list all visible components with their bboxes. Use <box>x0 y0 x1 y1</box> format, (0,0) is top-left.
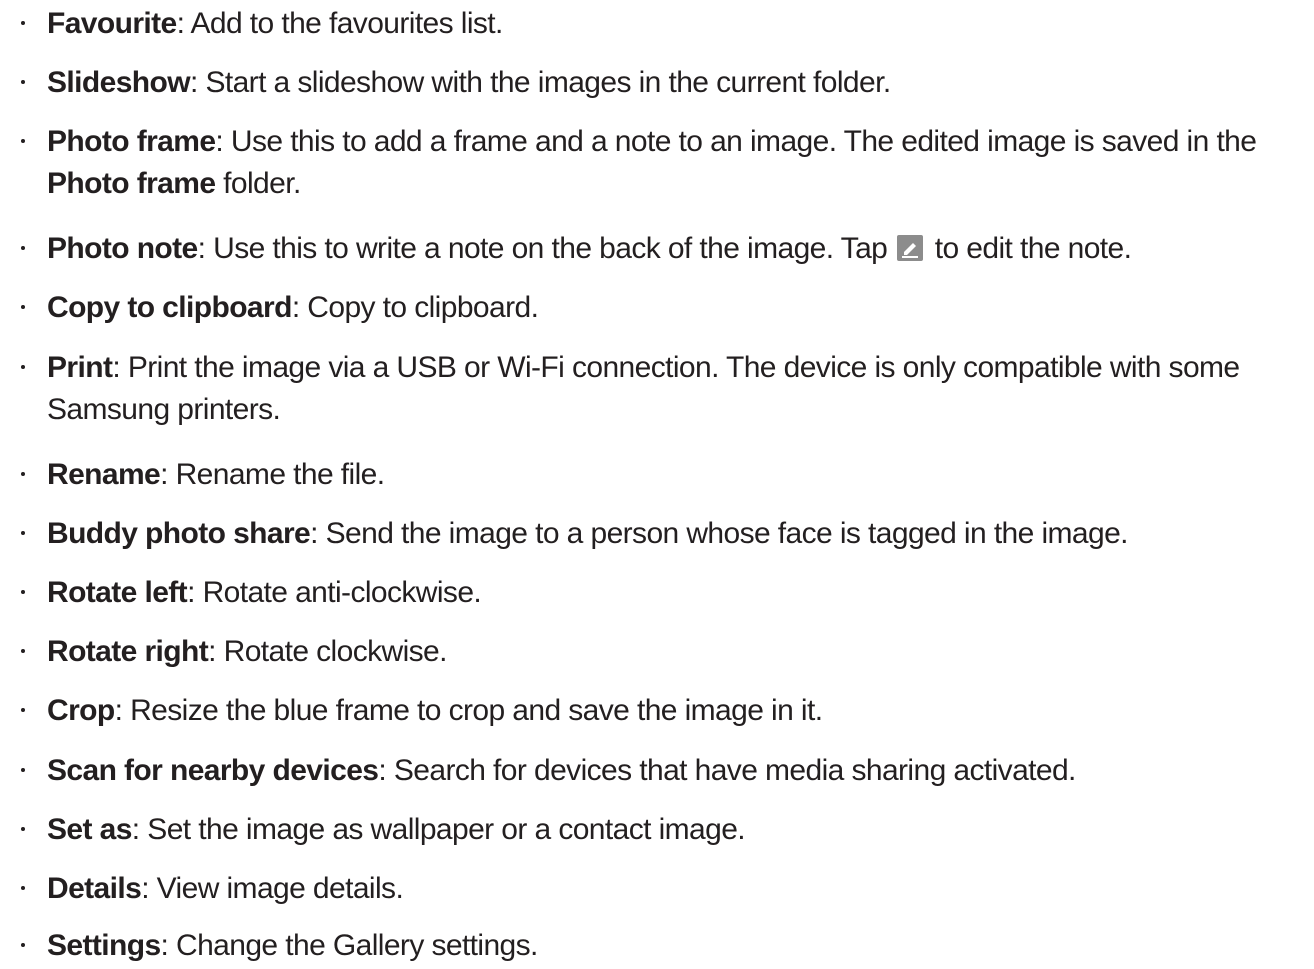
item-term: Print <box>47 351 113 384</box>
item-term: Scan for nearby devices <box>47 754 379 787</box>
item-separator: : <box>187 576 195 609</box>
bullet <box>16 228 30 270</box>
item-text: Favourite: Add to the favourites list. <box>47 3 1310 45</box>
item-text: Crop: Resize the blue frame to crop and … <box>47 690 1310 732</box>
list-item-rotate-right: Rotate right: Rotate clockwise. <box>0 631 1314 673</box>
bullet <box>16 868 30 910</box>
item-description-end: to edit the note. <box>927 232 1132 265</box>
list-item-photo-note: Photo note: Use this to write a note on … <box>0 228 1314 270</box>
item-term: Copy to clipboard <box>47 291 292 324</box>
list-item-details: Details: View image details. <box>0 868 1314 910</box>
item-term: Settings <box>47 929 161 962</box>
item-term: Set as <box>47 813 132 846</box>
item-description: Send the image to a person whose face is… <box>317 517 1129 550</box>
item-separator: : <box>189 66 198 99</box>
list-item-rotate-left: Rotate left: Rotate anti-clockwise. <box>0 572 1314 614</box>
list-item-set-as: Set as: Set the image as wallpaper or a … <box>0 809 1314 851</box>
bullet <box>16 454 30 496</box>
item-description: Rotate clockwise. <box>215 635 448 668</box>
list-item-favourite: Favourite: Add to the favourites list. <box>0 3 1314 45</box>
item-term: Slideshow <box>47 66 191 99</box>
item-text: Rotate left: Rotate anti-clockwise. <box>47 572 1310 614</box>
item-description: Use this to add a frame and a note to an… <box>223 125 1257 158</box>
item-term: Photo frame <box>47 125 216 158</box>
item-text: Print: Print the image via a USB or Wi-F… <box>47 347 1310 431</box>
list-item-print: Print: Print the image via a USB or Wi-F… <box>0 347 1314 431</box>
item-term: Photo note <box>47 232 198 265</box>
item-separator: : <box>160 458 168 491</box>
item-separator: : <box>208 635 216 668</box>
item-separator: : <box>291 291 300 324</box>
item-description: View image details. <box>148 872 404 905</box>
item-inline-term: Photo frame <box>47 167 216 200</box>
item-description: Rotate anti-clockwise. <box>194 576 482 609</box>
list-item-slideshow: Slideshow: Start a slideshow with the im… <box>0 62 1314 104</box>
item-text: Copy to clipboard: Copy to clipboard. <box>47 287 1310 329</box>
item-text: Settings: Change the Gallery settings. <box>47 925 1310 967</box>
item-separator: : <box>310 517 318 550</box>
item-term: Rotate left <box>47 576 188 609</box>
item-term: Details <box>47 872 142 905</box>
item-term: Favourite <box>47 7 177 40</box>
item-text: Set as: Set the image as wallpaper or a … <box>47 809 1310 851</box>
item-separator: : <box>215 125 224 158</box>
item-separator: : <box>131 813 140 846</box>
item-separator: : <box>112 351 121 384</box>
list-item-scan-for-nearby-devices: Scan for nearby devices: Search for devi… <box>0 750 1314 792</box>
bullet <box>16 925 30 967</box>
item-description-end: folder. <box>215 167 301 200</box>
bullet <box>16 513 30 555</box>
item-text: Photo note: Use this to write a note on … <box>47 228 1310 270</box>
item-text: Photo frame: Use this to add a frame and… <box>47 121 1310 205</box>
item-description: Resize the blue frame to crop and save t… <box>122 694 823 727</box>
list-item-rename: Rename: Rename the file. <box>0 454 1314 496</box>
bullet <box>16 287 30 329</box>
edit-pencil-icon <box>897 235 923 261</box>
item-description: Change the Gallery settings. <box>168 929 538 962</box>
bullet <box>16 62 30 104</box>
item-term: Rename <box>47 458 161 491</box>
item-text: Rotate right: Rotate clockwise. <box>47 631 1310 673</box>
bullet <box>16 121 30 163</box>
item-text: Rename: Rename the file. <box>47 454 1310 496</box>
item-text: Buddy photo share: Send the image to a p… <box>47 513 1310 555</box>
item-description: Rename the file. <box>167 458 385 491</box>
item-term: Buddy photo share <box>47 517 311 550</box>
item-description: Start a slideshow with the images in the… <box>197 66 891 99</box>
item-separator: : <box>378 754 387 787</box>
bullet <box>16 690 30 732</box>
item-text: Details: View image details. <box>47 868 1310 910</box>
item-term: Crop <box>47 694 115 727</box>
bullet <box>16 809 30 851</box>
bullet <box>16 572 30 614</box>
document-page: Favourite: Add to the favourites list. S… <box>0 0 1314 969</box>
bullet <box>16 631 30 673</box>
item-description: Set the image as wallpaper or a contact … <box>139 813 746 846</box>
item-text: Slideshow: Start a slideshow with the im… <box>47 62 1310 104</box>
item-description: Copy to clipboard. <box>299 291 539 324</box>
item-description: Search for devices that have media shari… <box>386 754 1077 787</box>
bullet <box>16 3 30 45</box>
bullet <box>16 750 30 792</box>
list-item-crop: Crop: Resize the blue frame to crop and … <box>0 690 1314 732</box>
item-description: Add to the favourites list. <box>184 7 503 40</box>
list-item-settings: Settings: Change the Gallery settings. <box>0 925 1314 967</box>
bullet <box>16 347 30 389</box>
list-item-copy-to-clipboard: Copy to clipboard: Copy to clipboard. <box>0 287 1314 329</box>
item-term: Rotate right <box>47 635 209 668</box>
item-separator: : <box>141 872 149 905</box>
list-item-photo-frame: Photo frame: Use this to add a frame and… <box>0 121 1314 205</box>
item-description: Use this to write a note on the back of … <box>205 232 895 265</box>
list-item-buddy-photo-share: Buddy photo share: Send the image to a p… <box>0 513 1314 555</box>
item-description: Print the image via a USB or Wi-Fi conne… <box>47 351 1240 426</box>
item-text: Scan for nearby devices: Search for devi… <box>47 750 1310 792</box>
